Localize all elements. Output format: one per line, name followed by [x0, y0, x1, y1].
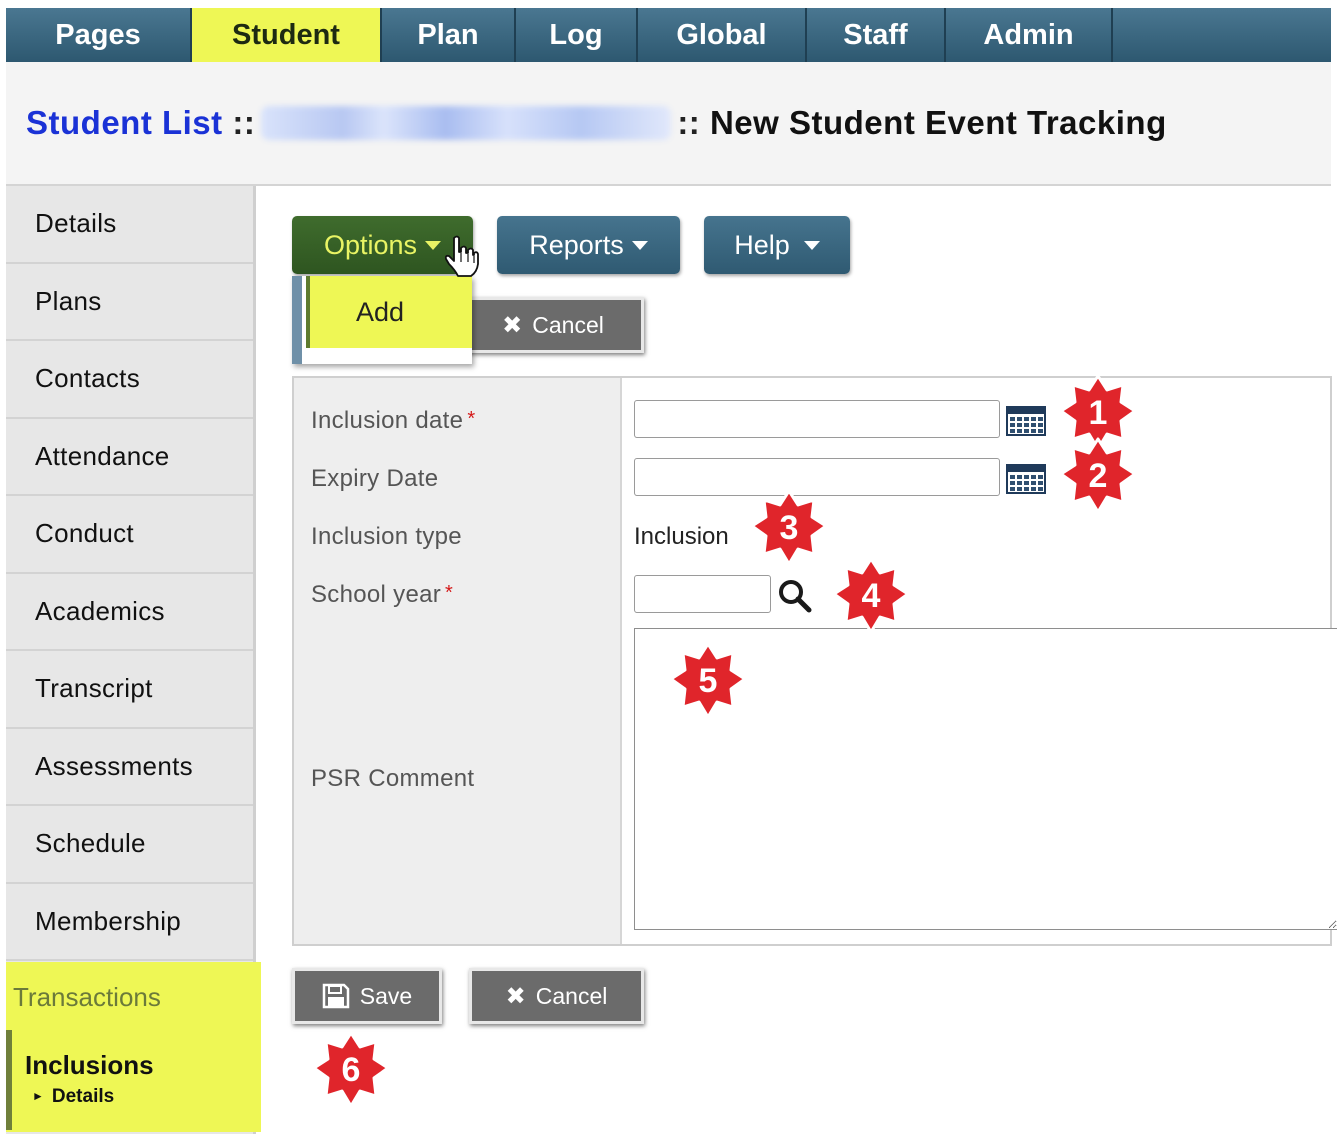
nav-tab-label: Plan: [417, 18, 479, 51]
nav-tab-log[interactable]: Log: [516, 8, 638, 62]
cancel-label: Cancel: [532, 311, 604, 338]
nav-tab-plan[interactable]: Plan: [382, 8, 516, 62]
nav-tab-pages[interactable]: Pages: [6, 8, 192, 62]
sidebar-item-transcript[interactable]: Transcript: [6, 651, 253, 729]
calendar-icon[interactable]: [1006, 406, 1046, 436]
callout-number: 2: [1089, 457, 1108, 495]
breadcrumb-separator: ::: [677, 104, 701, 141]
nav-tab-label: Admin: [983, 18, 1074, 51]
triangle-right-icon: ►: [32, 1089, 44, 1103]
sidebar-item-assessments[interactable]: Assessments: [6, 729, 253, 806]
close-icon: ✖: [502, 311, 523, 339]
inclusion-type-label: Inclusion type: [311, 523, 462, 550]
sidebar-section-label[interactable]: Transactions: [13, 982, 161, 1013]
required-asterisk: *: [467, 408, 476, 430]
help-label: Help: [734, 229, 790, 260]
sidebar-item-schedule[interactable]: Schedule: [6, 806, 253, 884]
nav-tab-admin[interactable]: Admin: [946, 8, 1113, 62]
inclusion-type-value: Inclusion: [634, 523, 729, 550]
sidebar-item-label: Contacts: [35, 363, 141, 394]
hand-cursor-icon: [444, 235, 479, 277]
menu-item-add[interactable]: Add: [306, 276, 472, 348]
callout-badge-4: 4: [832, 557, 910, 634]
callout-badge-3: 3: [750, 489, 828, 566]
form-label-column: Inclusion date * Expiry Date Inclusion ty…: [294, 378, 622, 944]
sidebar-item-label: Details: [35, 208, 117, 239]
sidebar-item-contacts[interactable]: Contacts: [6, 341, 253, 419]
callout-number: 1: [1089, 394, 1108, 432]
field-label-text: Inclusion date: [311, 407, 464, 434]
callout-badge-6: 6: [312, 1031, 390, 1108]
sidebar-item-label: Conduct: [35, 518, 134, 549]
breadcrumb-separator: ::: [232, 104, 256, 141]
nav-tab-label: Staff: [843, 18, 908, 51]
sidebar-item-label: Transcript: [35, 673, 153, 704]
side-navigation: Details Plans Contacts Attendance Conduc…: [6, 186, 261, 1134]
callout-number: 3: [780, 509, 799, 547]
menu-item-label: Add: [356, 296, 405, 327]
sidebar-item-membership[interactable]: Membership: [6, 884, 253, 961]
search-icon[interactable]: [776, 578, 816, 614]
page-title: New Student Event Tracking: [709, 104, 1167, 141]
required-asterisk: *: [445, 582, 454, 604]
sidebar-item-inclusions[interactable]: Inclusions ► Details: [6, 1030, 261, 1130]
school-year-input[interactable]: [634, 575, 771, 613]
callout-number: 6: [342, 1051, 361, 1089]
reports-dropdown-button[interactable]: Reports: [497, 216, 680, 274]
top-navigation: Pages Student Plan Log Global Staff Admi…: [6, 8, 1331, 62]
nav-tab-global[interactable]: Global: [638, 8, 807, 62]
sidebar-item-plans[interactable]: Plans: [6, 264, 253, 341]
callout-badge-2: 2: [1059, 437, 1137, 514]
sidebar-item-label: Membership: [35, 905, 182, 936]
save-label: Save: [359, 982, 413, 1009]
cancel-button-top[interactable]: ✖ Cancel: [462, 297, 644, 353]
sidebar-subitem-details[interactable]: ► Details: [32, 1086, 114, 1108]
field-label-text: School year: [311, 581, 442, 608]
caret-down-icon: [425, 240, 442, 250]
sidebar-item-attendance[interactable]: Attendance: [6, 419, 253, 496]
nav-tab-label: Student: [232, 18, 340, 51]
sidebar-item-label: Attendance: [35, 440, 170, 471]
help-dropdown-button[interactable]: Help: [704, 216, 850, 274]
callout-number: 4: [862, 577, 881, 615]
inclusion-form: Inclusion date * Expiry Date Inclusion ty…: [292, 376, 1337, 946]
sidebar-subitem-label: Details: [51, 1086, 115, 1107]
reports-label: Reports: [529, 229, 624, 260]
inclusion-date-label: Inclusion date *: [311, 407, 475, 435]
options-dropdown-menu: Add: [292, 276, 472, 364]
cancel-button-bottom[interactable]: ✖ Cancel: [469, 968, 644, 1024]
breadcrumb-student-list-link[interactable]: Student List: [26, 104, 223, 141]
sidebar-item-label: Assessments: [35, 750, 193, 781]
sidebar-item-label: Schedule: [35, 828, 146, 859]
nav-tab-label: Log: [549, 18, 603, 51]
sidebar-item-label: Inclusions: [25, 1050, 154, 1080]
school-year-label: School year *: [311, 581, 453, 609]
breadcrumb: Student List :::: New Student Event Trac…: [26, 104, 1167, 142]
options-label: Options: [323, 229, 418, 260]
page-title-bar: Student List :::: New Student Event Trac…: [6, 62, 1331, 186]
callout-badge-5: 5: [669, 642, 747, 719]
caret-down-icon: [803, 240, 820, 250]
sidebar-item-details[interactable]: Details: [6, 186, 253, 264]
sidebar-section-transactions: Transactions Inclusions ► Details: [6, 962, 261, 1132]
redacted-student-name: [261, 106, 672, 140]
floppy-disk-icon: [322, 983, 350, 1009]
nav-tab-label: Pages: [55, 18, 141, 51]
calendar-icon[interactable]: [1006, 464, 1046, 494]
sidebar-item-label: Academics: [35, 595, 165, 626]
callout-number: 5: [699, 662, 718, 700]
nav-tab-staff[interactable]: Staff: [807, 8, 946, 62]
expiry-date-label: Expiry Date: [311, 465, 439, 492]
nav-tab-label: Global: [676, 18, 767, 51]
cancel-label: Cancel: [535, 982, 608, 1009]
sidebar-item-academics[interactable]: Academics: [6, 574, 253, 651]
caret-down-icon: [631, 240, 648, 250]
inclusion-date-input[interactable]: [634, 400, 1000, 438]
sidebar-item-label: Plans: [35, 285, 102, 316]
close-icon: ✖: [505, 982, 526, 1010]
psr-comment-label: PSR Comment: [311, 765, 475, 792]
sidebar-item-conduct[interactable]: Conduct: [6, 496, 253, 574]
nav-tab-student[interactable]: Student: [192, 8, 382, 62]
save-button[interactable]: Save: [292, 968, 442, 1024]
